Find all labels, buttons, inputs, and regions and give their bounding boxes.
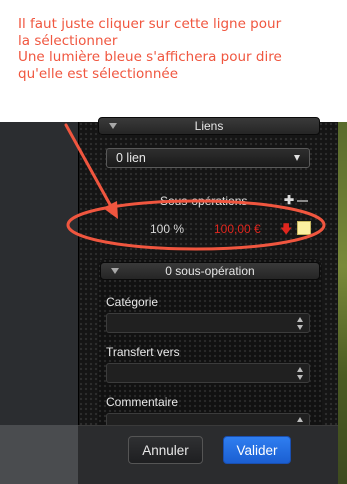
validate-button[interactable]: Valider [223,436,291,464]
row-amount: 100,00 € [214,222,261,236]
categorie-label: Catégorie [106,295,159,309]
minus-icon[interactable] [297,200,308,202]
stepper-icon[interactable] [297,317,303,330]
sous-operation-row[interactable]: 100 % 100,00 € 🡇 [100,214,322,244]
commentaire-field[interactable] [106,413,310,425]
annotation-note: Il faut juste cliquer sur cette ligne po… [0,0,347,122]
liens-select[interactable]: 0 lien [106,148,310,168]
plus-icon[interactable]: ✚ [284,193,294,207]
sous-operations-header: Sous-opérations ✚ [98,193,320,208]
annotation-line-2: la sélectionner [18,32,118,49]
cancel-button[interactable]: Annuler [128,436,203,464]
liens-title: Liens [194,119,224,133]
transfert-vers-label: Transfert vers [106,345,180,359]
row-color-swatch [297,221,311,235]
arrow-down-icon: 🡇 [280,222,293,236]
chevron-down-icon [294,155,300,161]
left-pane-footer [0,425,78,484]
disclosure-triangle-icon[interactable] [111,268,119,274]
liens-section-header[interactable]: Liens [98,117,320,135]
transfert-vers-field[interactable] [106,363,310,383]
annotation-line-1: Il faut juste cliquer sur cette ligne po… [18,16,282,32]
annotation-text: Il faut juste cliquer sur cette ligne po… [18,16,338,82]
row-percent: 100 % [150,222,185,236]
annotation-line-3: Une lumière bleue s'affichera pour dire [18,49,282,65]
detail-title: 0 sous-opération [165,264,255,278]
annotation-line-4: qu'elle est sélectionnée [18,65,179,82]
background-edge [338,122,347,484]
dialog-footer [78,425,338,484]
detail-section-header[interactable]: 0 sous-opération [100,262,320,280]
disclosure-triangle-icon[interactable] [109,123,117,129]
stepper-icon[interactable] [297,367,303,380]
liens-select-value: 0 lien [116,151,146,165]
sous-operations-title: Sous-opérations [160,194,248,208]
commentaire-label: Commentaire [106,395,179,409]
stepper-icon[interactable] [297,416,303,424]
categorie-field[interactable] [106,313,310,333]
